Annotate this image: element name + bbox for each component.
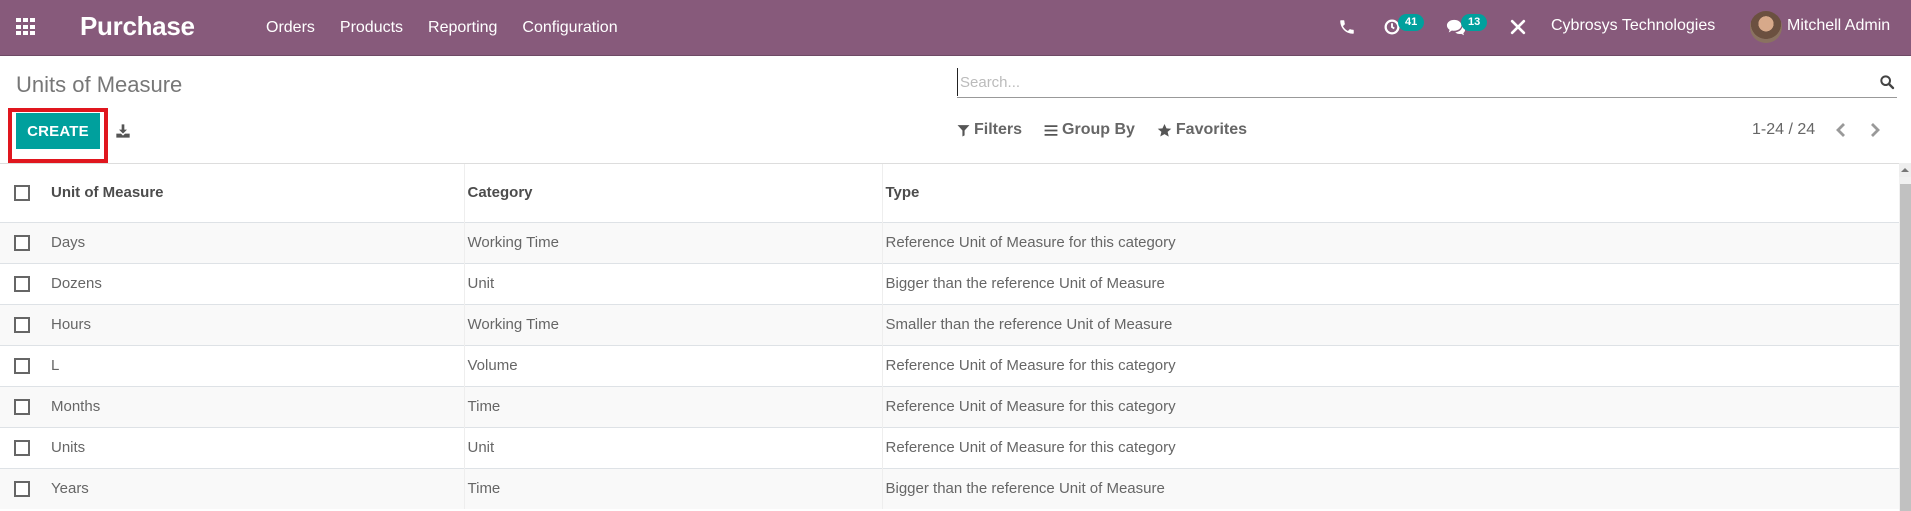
list-view: Unit of Measure Category Type Days Worki… (0, 163, 1899, 511)
cell-uom: L (51, 357, 60, 374)
user-menu[interactable]: Mitchell Admin (1787, 17, 1890, 35)
cell-category: Working Time (463, 222, 882, 263)
row-checkbox[interactable] (14, 317, 30, 334)
cell-category: Working Time (463, 304, 882, 345)
cell-category: Unit (463, 427, 882, 468)
group-by-label: Group By (1062, 121, 1135, 138)
cell-category: Volume (463, 345, 882, 386)
message-count-badge: 13 (1461, 14, 1488, 31)
scroll-up-arrow-icon[interactable] (1899, 163, 1911, 177)
scrollbar-thumb[interactable] (1900, 184, 1911, 511)
menu-orders[interactable]: Orders (266, 19, 315, 37)
cell-type: Reference Unit of Measure for this categ… (881, 427, 1899, 468)
table-row[interactable]: Hours Working Time Smaller than the refe… (0, 304, 1899, 345)
table-row[interactable]: Years Time Bigger than the reference Uni… (0, 468, 1899, 509)
table-header-row: Unit of Measure Category Type (0, 164, 1899, 222)
cell-uom: Years (51, 480, 89, 498)
cell-type: Reference Unit of Measure for this categ… (881, 222, 1899, 263)
filters-toggle[interactable]: Filters (957, 121, 1022, 139)
row-checkbox[interactable] (14, 481, 30, 498)
menu-products[interactable]: Products (340, 19, 403, 37)
company-switcher[interactable]: Cybrosys Technologies (1551, 17, 1715, 35)
cell-category: Time (463, 386, 882, 427)
pager-value[interactable]: 1-24 / 24 (1752, 121, 1815, 139)
group-by-toggle[interactable]: Group By (1044, 121, 1135, 139)
cell-uom: Hours (51, 316, 92, 333)
list-icon (1044, 124, 1058, 136)
table-row[interactable]: Months Time Reference Unit of Measure fo… (0, 386, 1899, 427)
cell-type: Reference Unit of Measure for this categ… (881, 386, 1899, 427)
select-all-checkbox[interactable] (14, 185, 30, 202)
chevron-left-icon[interactable] (1835, 122, 1847, 138)
cell-uom: Months (51, 398, 101, 415)
main-menu: Orders Products Reporting Configuration (266, 0, 643, 56)
filter-icon (957, 124, 970, 136)
cell-category: Time (463, 468, 882, 509)
apps-grid-icon[interactable] (16, 18, 36, 36)
favorites-toggle[interactable]: Favorites (1157, 121, 1247, 139)
search-bar (957, 68, 1897, 98)
row-checkbox[interactable] (14, 276, 30, 293)
uom-table: Unit of Measure Category Type Days Worki… (0, 164, 1899, 509)
cell-uom: Dozens (51, 275, 102, 292)
select-all-cell (0, 164, 45, 222)
download-icon[interactable] (115, 123, 131, 139)
page-title: Units of Measure (16, 72, 183, 97)
phone-icon[interactable] (1338, 17, 1356, 37)
table-row[interactable]: L Volume Reference Unit of Measure for t… (0, 345, 1899, 386)
top-navbar: Purchase Orders Products Reporting Confi… (0, 0, 1911, 56)
table-row[interactable]: Days Working Time Reference Unit of Meas… (0, 222, 1899, 263)
search-options: Filters Group By Favorites (957, 121, 1269, 139)
search-input[interactable] (957, 68, 1857, 96)
column-header-category[interactable]: Category (463, 164, 882, 222)
vertical-scrollbar[interactable] (1899, 163, 1911, 511)
star-icon (1157, 123, 1172, 137)
row-checkbox[interactable] (14, 358, 30, 375)
table-row[interactable]: Dozens Unit Bigger than the reference Un… (0, 263, 1899, 304)
pager: 1-24 / 24 (1752, 121, 1881, 139)
menu-configuration[interactable]: Configuration (522, 19, 617, 37)
create-button[interactable]: CREATE (16, 113, 100, 149)
chevron-right-icon[interactable] (1869, 122, 1881, 138)
table-row[interactable]: Units Unit Reference Unit of Measure for… (0, 427, 1899, 468)
menu-reporting[interactable]: Reporting (428, 19, 497, 37)
cell-uom: Days (51, 234, 86, 251)
row-checkbox[interactable] (14, 440, 30, 457)
search-icon[interactable] (1879, 74, 1895, 90)
column-header-uom[interactable]: Unit of Measure (45, 164, 464, 222)
tools-icon[interactable] (1508, 17, 1528, 37)
cell-category: Unit (463, 263, 882, 304)
cell-type: Smaller than the reference Unit of Measu… (881, 304, 1899, 345)
app-name[interactable]: Purchase (80, 11, 195, 42)
cell-uom: Units (51, 439, 86, 456)
cell-type: Reference Unit of Measure for this categ… (881, 345, 1899, 386)
row-checkbox[interactable] (14, 399, 30, 416)
user-avatar[interactable] (1750, 11, 1782, 43)
activity-count-badge: 41 (1398, 14, 1425, 31)
column-header-type[interactable]: Type (881, 164, 1899, 222)
cell-type: Bigger than the reference Unit of Measur… (881, 468, 1899, 509)
favorites-label: Favorites (1175, 121, 1248, 138)
filters-label: Filters (974, 121, 1023, 138)
row-checkbox[interactable] (14, 235, 30, 252)
cell-type: Bigger than the reference Unit of Measur… (881, 263, 1899, 304)
